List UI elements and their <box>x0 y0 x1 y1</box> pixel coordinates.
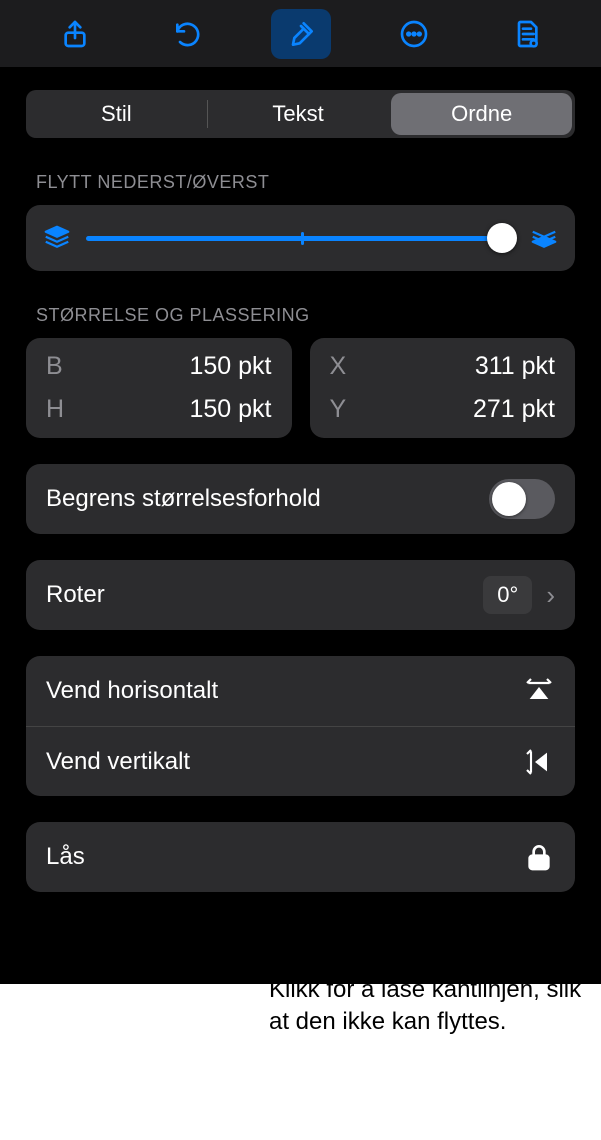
lock-icon <box>523 841 555 873</box>
slider-thumb[interactable] <box>487 223 517 253</box>
rotate-label: Roter <box>46 581 105 609</box>
tab-segmented-control: Stil Tekst Ordne <box>26 90 575 138</box>
share-button[interactable] <box>45 9 105 59</box>
tab-text-label: Tekst <box>272 101 323 127</box>
layers-back-icon[interactable] <box>42 223 72 253</box>
constrain-label: Begrens størrelsesforhold <box>46 485 321 513</box>
flip-horizontal-icon <box>523 675 555 707</box>
lock-row[interactable]: Lås <box>26 822 575 892</box>
share-icon <box>59 18 91 50</box>
format-button[interactable] <box>271 9 331 59</box>
more-icon <box>398 18 430 50</box>
layer-section-label: FLYTT NEDERST/ØVERST <box>36 172 565 193</box>
more-button[interactable] <box>384 9 444 59</box>
chevron-right-icon: › <box>546 580 555 611</box>
callout-text: Klikk for å låse kantlinjen, slik at den… <box>269 960 593 1039</box>
width-key: B <box>46 352 74 381</box>
flip-horizontal-row[interactable]: Vend horisontalt <box>26 656 575 726</box>
sizepos-section-label: STØRRELSE OG PLASSERING <box>36 305 565 326</box>
layers-front-icon[interactable] <box>529 223 559 253</box>
y-value: 271 pkt <box>473 395 555 424</box>
format-panel: Stil Tekst Ordne FLYTT NEDERST/ØVERST <box>0 68 601 984</box>
width-row: B 150 pkt <box>46 352 272 381</box>
tab-arrange[interactable]: Ordne <box>391 93 572 135</box>
size-position-group: B 150 pkt H 150 pkt X 311 pkt Y 271 pkt <box>26 338 575 438</box>
format-brush-icon <box>285 18 317 50</box>
flip-vertical-label: Vend vertikalt <box>46 748 190 776</box>
x-row: X 311 pkt <box>330 352 556 381</box>
slider-track-line <box>86 236 515 241</box>
rotate-row[interactable]: Roter 0° › <box>26 560 575 630</box>
lock-label: Lås <box>46 843 85 871</box>
undo-icon <box>172 18 204 50</box>
tab-arrange-label: Ordne <box>451 101 512 127</box>
y-key: Y <box>330 395 358 424</box>
tab-style-label: Stil <box>101 101 132 127</box>
height-row: H 150 pkt <box>46 395 272 424</box>
document-button[interactable] <box>497 9 557 59</box>
callout-leader-line <box>269 920 270 968</box>
x-key: X <box>330 352 358 381</box>
flip-vertical-row[interactable]: Vend vertikalt <box>26 726 575 796</box>
rotate-value: 0° <box>483 576 532 614</box>
width-value: 150 pkt <box>189 352 271 381</box>
height-key: H <box>46 395 74 424</box>
flip-horizontal-label: Vend horisontalt <box>46 677 218 705</box>
lock-card: Lås <box>26 822 575 892</box>
x-value: 311 pkt <box>475 352 555 381</box>
switch-knob <box>492 482 526 516</box>
top-toolbar <box>0 0 601 68</box>
constrain-row[interactable]: Begrens størrelsesforhold <box>26 464 575 534</box>
y-row: Y 271 pkt <box>330 395 556 424</box>
slider-tick <box>301 232 304 245</box>
undo-button[interactable] <box>158 9 218 59</box>
position-card[interactable]: X 311 pkt Y 271 pkt <box>310 338 576 438</box>
layer-slider-card <box>26 205 575 271</box>
rotate-card: Roter 0° › <box>26 560 575 630</box>
constrain-switch[interactable] <box>489 479 555 519</box>
callout: Klikk for å låse kantlinjen, slik at den… <box>269 960 593 1039</box>
size-card[interactable]: B 150 pkt H 150 pkt <box>26 338 292 438</box>
tab-text[interactable]: Tekst <box>208 90 389 138</box>
document-icon <box>511 18 543 50</box>
flip-card: Vend horisontalt Vend vertikalt <box>26 656 575 796</box>
rotate-right-group: 0° › <box>483 576 555 614</box>
flip-vertical-icon <box>523 746 555 778</box>
height-value: 150 pkt <box>189 395 271 424</box>
layer-slider[interactable] <box>86 223 515 253</box>
constrain-card: Begrens størrelsesforhold <box>26 464 575 534</box>
tab-style[interactable]: Stil <box>26 90 207 138</box>
